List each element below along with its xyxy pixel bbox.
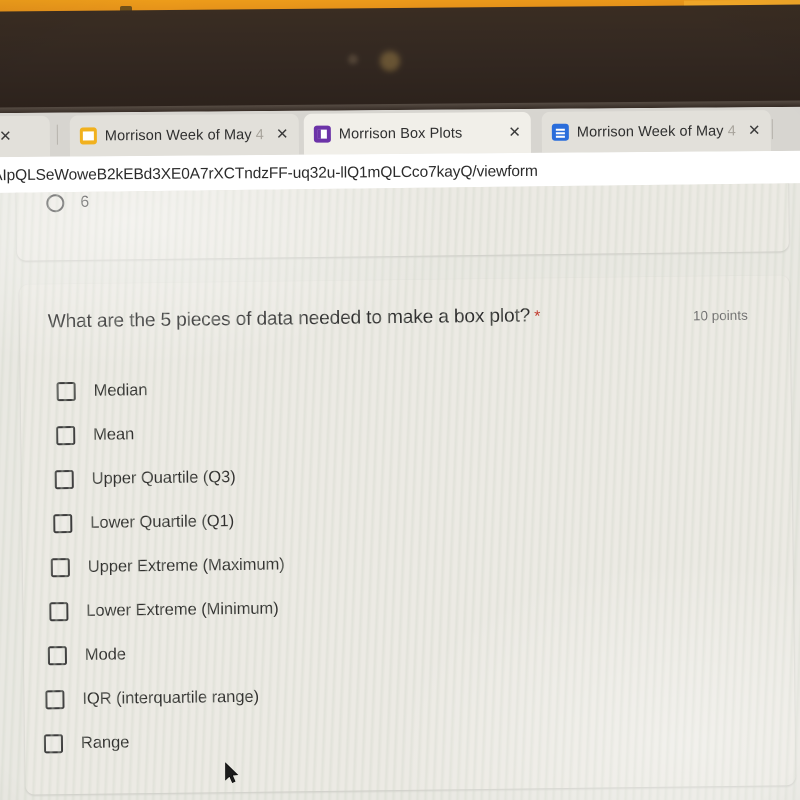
tab-title: Morrison Week of May 4 bbox=[576, 122, 736, 141]
checkbox-icon[interactable] bbox=[53, 513, 73, 533]
tab-title: Morrison Box Plots bbox=[338, 125, 463, 142]
radio-option-6[interactable]: 6 bbox=[46, 194, 89, 213]
google-slides-icon bbox=[79, 127, 97, 145]
question-card: What are the 5 pieces of data needed to … bbox=[19, 275, 796, 795]
tab-title: Morrison Week of May 4 bbox=[104, 126, 265, 144]
question-header: What are the 5 pieces of data needed to … bbox=[48, 303, 766, 335]
question-points: 10 points bbox=[692, 307, 748, 324]
bezel-reflection-2 bbox=[379, 51, 401, 72]
checkbox-icon[interactable] bbox=[56, 381, 76, 401]
checkbox-icon[interactable] bbox=[49, 601, 69, 621]
question-title: What are the 5 pieces of data needed to … bbox=[48, 305, 541, 334]
google-forms-icon bbox=[313, 125, 331, 143]
option-label: IQR (interquartile range) bbox=[82, 687, 260, 708]
google-form-page: 6 What are the 5 pieces of data needed t… bbox=[0, 182, 800, 800]
checkbox-options-list: Median Mean Upper Quartile (Q3) Lower Qu… bbox=[20, 360, 795, 765]
checkbox-icon[interactable] bbox=[50, 557, 70, 577]
tab-close-icon[interactable]: ✕ bbox=[748, 122, 761, 139]
option-label: Mode bbox=[84, 644, 127, 664]
radio-option-label: 6 bbox=[80, 193, 90, 211]
checkbox-icon[interactable] bbox=[56, 425, 76, 445]
photographed-screen: Week ✕ Morrison Week of May 4 ✕ Morrison… bbox=[0, 0, 800, 800]
required-asterisk: * bbox=[534, 308, 541, 326]
option-label: Lower Quartile (Q1) bbox=[90, 511, 235, 532]
browser-chrome: Week ✕ Morrison Week of May 4 ✕ Morrison… bbox=[0, 106, 800, 196]
google-docs-icon bbox=[551, 123, 569, 141]
checkbox-icon[interactable] bbox=[43, 733, 64, 753]
tab-close-icon[interactable]: ✕ bbox=[276, 126, 289, 143]
tab-divider bbox=[771, 119, 773, 140]
tab-close-icon[interactable]: ✕ bbox=[0, 128, 12, 145]
bezel-reflection bbox=[347, 54, 359, 65]
previous-question-card: 6 bbox=[16, 182, 789, 261]
tab-close-icon[interactable]: ✕ bbox=[508, 124, 521, 141]
tab-divider bbox=[56, 124, 58, 145]
browser-tab-0[interactable]: Week ✕ bbox=[0, 115, 51, 158]
option-label: Median bbox=[93, 380, 148, 400]
browser-tab-2[interactable]: Morrison Box Plots ✕ bbox=[303, 111, 532, 155]
checkbox-icon[interactable] bbox=[45, 689, 65, 709]
option-label: Range bbox=[80, 732, 130, 752]
mouse-cursor-icon bbox=[225, 762, 239, 784]
option-label: Lower Extreme (Minimum) bbox=[86, 599, 279, 620]
option-label: Upper Quartile (Q3) bbox=[91, 467, 236, 488]
checkbox-icon[interactable] bbox=[47, 645, 67, 665]
address-bar-url: AIpQLSeWoweB2kEBd3XE0A7rXCTndzFF-uq32u-l… bbox=[0, 162, 538, 185]
browser-tab-3[interactable]: Morrison Week of May 4 ✕ bbox=[541, 110, 771, 153]
browser-tab-1[interactable]: Morrison Week of May 4 ✕ bbox=[69, 113, 299, 157]
radio-button-icon[interactable] bbox=[46, 194, 65, 213]
browser-tabstrip: Week ✕ Morrison Week of May 4 ✕ Morrison… bbox=[0, 106, 800, 158]
option-label: Mean bbox=[93, 424, 135, 444]
option-label: Upper Extreme (Maximum) bbox=[87, 554, 285, 576]
checkbox-icon[interactable] bbox=[54, 469, 74, 489]
checkbox-option-range[interactable]: Range bbox=[25, 712, 795, 765]
question-text: What are the 5 pieces of data needed to … bbox=[47, 305, 531, 333]
